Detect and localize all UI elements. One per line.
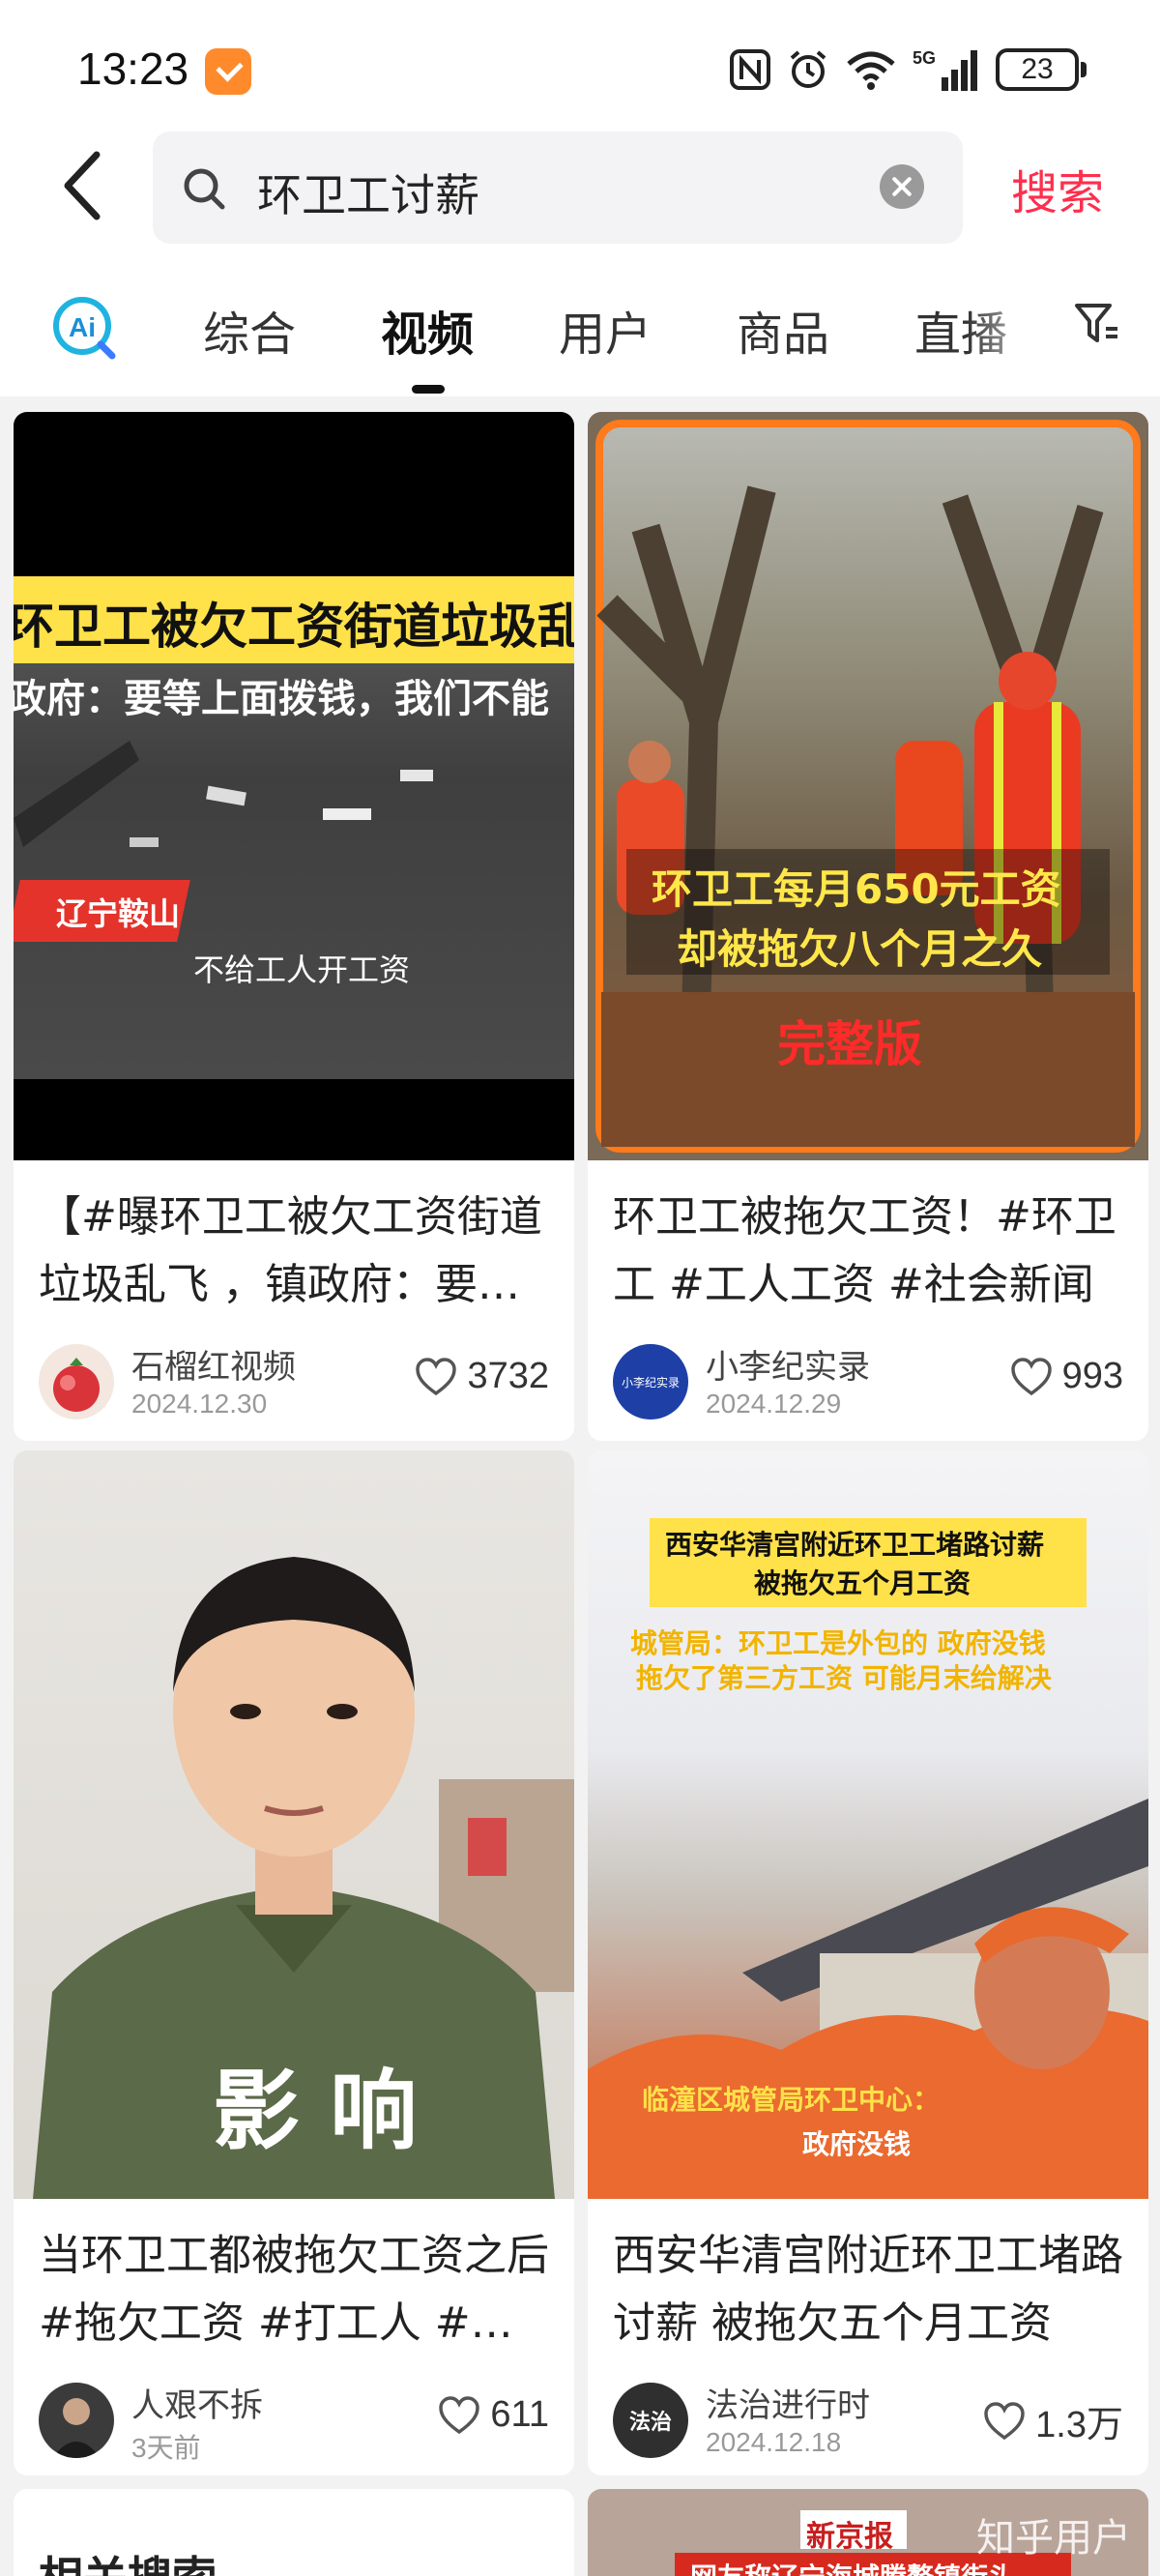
sub-line-1: 城管局：环卫工是外包的 政府没钱 xyxy=(630,1627,1046,1659)
author-name[interactable]: 小李纪实录 xyxy=(706,1340,870,1388)
video-subtitle: 不给工人开工资 xyxy=(193,951,411,988)
video-thumbnail[interactable]: 环卫工每月650元工资 却被拖欠八个月之久 完整版 xyxy=(588,412,1148,1160)
publish-date: 3天前 xyxy=(131,2433,201,2463)
author-avatar[interactable] xyxy=(39,1344,114,1420)
headline-line-2: 被拖欠五个月工资 xyxy=(754,1567,972,1599)
video-thumbnail[interactable]: 环卫工被欠工资街道垃圾乱 政府：要等上面拨钱，我们不能 辽宁鞍山 不给工人开工资 xyxy=(14,412,574,1160)
watermark-text: 知乎用户 xyxy=(976,2516,1131,2561)
pomegranate-icon xyxy=(53,1358,100,1412)
author-avatar[interactable]: 小李纪实录 xyxy=(613,1344,688,1420)
like-count-value: 993 xyxy=(1061,1356,1123,1396)
like-count[interactable]: 1.3万 xyxy=(983,2394,1123,2447)
battery-icon: 23 xyxy=(996,48,1087,91)
related-search-title: 相关搜索 xyxy=(39,2543,217,2576)
back-arrow-icon[interactable] xyxy=(52,147,120,224)
overlay-caption: 影 响 xyxy=(213,2060,418,2162)
news-line: 网友称辽宁海城腾鳌镇街头 xyxy=(690,2557,1015,2576)
video-title[interactable]: 当环卫工都被拖欠工资之后#拖欠工资 #打工人 #环卫工 xyxy=(39,2222,551,2357)
status-bar: 13:23 5G 23 xyxy=(0,0,1160,135)
nfc-icon xyxy=(730,49,770,90)
video-title[interactable]: 西安华清宫附近环卫工堵路讨薪 被拖欠五个月工资 xyxy=(613,2222,1125,2357)
search-icon xyxy=(184,168,225,210)
location-tag: 辽宁鞍山 xyxy=(56,895,181,932)
person-avatar-icon xyxy=(52,2398,101,2458)
author-avatar[interactable] xyxy=(39,2383,114,2458)
video-thumbnail[interactable]: 西安华清宫附近环卫工堵路讨薪 被拖欠五个月工资 城管局：环卫工是外包的 政府没钱… xyxy=(588,1450,1148,2199)
status-icons: 5G 23 xyxy=(729,43,1087,97)
video-title[interactable]: 【#曝环卫工被欠工资街道垃圾乱飞 ，镇政府：要等上面拨钱 xyxy=(39,1184,551,1319)
caption-line-1: 环卫工每月650元工资 xyxy=(652,865,1061,913)
avatar-logo: 法治 xyxy=(629,2410,672,2435)
active-tab-indicator xyxy=(412,385,445,394)
signal-5g-icon: 5G xyxy=(913,48,977,91)
heart-icon[interactable] xyxy=(1010,1357,1053,1396)
result-tabs: Ai 综合 视频 用户 商品 直播 xyxy=(0,261,1160,396)
network-type-label: 5G xyxy=(913,48,936,68)
headline-line-1: 西安华清宫附近环卫工堵路讨薪 xyxy=(665,1529,1045,1561)
avatar-logo-label: 法治 xyxy=(629,2410,672,2435)
debris-shapes xyxy=(14,741,433,847)
tab-fade xyxy=(967,280,1054,377)
caption-line-2: 却被拖欠八个月之久 xyxy=(677,925,1043,973)
like-count[interactable]: 611 xyxy=(438,2394,549,2436)
avatar-logo: 小李纪实录 xyxy=(622,1375,680,1390)
tab-products[interactable]: 商品 xyxy=(737,296,829,364)
search-query-text[interactable]: 环卫工讨薪 xyxy=(257,161,479,224)
video-title[interactable]: 环卫工被拖欠工资！#环卫工 #工人工资 #社会新闻 xyxy=(613,1184,1125,1319)
author-avatar[interactable]: 法治 xyxy=(613,2383,688,2458)
notification-app-icon xyxy=(205,48,251,95)
author-name[interactable]: 石榴红视频 xyxy=(131,1340,296,1388)
avatar-logo-label: 小李纪实录 xyxy=(622,1375,680,1390)
wifi-icon xyxy=(847,51,895,90)
author-name[interactable]: 人艰不拆 xyxy=(131,2379,263,2426)
video-thumbnail[interactable]: 影 响 xyxy=(14,1450,574,2199)
alarm-icon xyxy=(790,50,826,88)
filter-icon[interactable] xyxy=(1073,300,1121,348)
heart-icon[interactable] xyxy=(983,2401,1026,2441)
video-card[interactable]: 环卫工每月650元工资 却被拖欠八个月之久 完整版 环卫工被拖欠工资！#环卫工 … xyxy=(588,412,1148,1441)
like-count-value: 3732 xyxy=(467,1356,549,1396)
battery-level: 23 xyxy=(1021,53,1054,85)
tab-general[interactable]: 综合 xyxy=(203,296,296,364)
banner-line-1: 环卫工被欠工资街道垃圾乱 xyxy=(14,599,574,655)
status-time: 13:23 xyxy=(77,44,189,94)
tab-users[interactable]: 用户 xyxy=(559,296,652,364)
like-count[interactable]: 993 xyxy=(1010,1356,1123,1397)
bottom-caption-1: 临潼区城管局环卫中心： xyxy=(642,2084,941,2116)
search-header: 环卫工讨薪 搜索 xyxy=(0,116,1160,261)
video-card[interactable]: 环卫工被欠工资街道垃圾乱 政府：要等上面拨钱，我们不能 辽宁鞍山 不给工人开工资… xyxy=(14,412,574,1441)
news-tag: 新京报 xyxy=(806,2520,893,2554)
search-button[interactable]: 搜索 xyxy=(1011,155,1104,222)
related-search-card[interactable]: 相关搜索 xyxy=(14,2489,574,2576)
search-input[interactable]: 环卫工讨薪 xyxy=(153,132,963,244)
tab-video[interactable]: 视频 xyxy=(381,296,474,364)
sub-line-2: 拖欠了第三方工资 可能月末给解决 xyxy=(636,1662,1052,1694)
video-card[interactable]: 西安华清宫附近环卫工堵路讨薪 被拖欠五个月工资 城管局：环卫工是外包的 政府没钱… xyxy=(588,1450,1148,2475)
publish-date: 2024.12.30 xyxy=(131,1389,268,1419)
clear-search-icon[interactable] xyxy=(880,164,924,209)
publish-date: 2024.12.29 xyxy=(706,1389,842,1419)
like-count-value: 611 xyxy=(490,2394,549,2435)
caption-line-3: 完整版 xyxy=(777,1016,922,1072)
author-name[interactable]: 法治进行时 xyxy=(706,2379,870,2426)
ai-assistant-icon[interactable]: Ai xyxy=(50,294,118,362)
publish-date: 2024.12.18 xyxy=(706,2427,842,2457)
video-card[interactable]: 影 响 当环卫工都被拖欠工资之后#拖欠工资 #打工人 #环卫工 人艰不拆 3天前… xyxy=(14,1450,574,2475)
ai-logo-label: Ai xyxy=(69,312,96,342)
like-count[interactable]: 3732 xyxy=(415,1356,549,1397)
heart-icon[interactable] xyxy=(438,2395,480,2435)
bottom-caption-2: 政府没钱 xyxy=(802,2128,912,2160)
like-count-value: 1.3万 xyxy=(1035,2405,1123,2445)
heart-icon[interactable] xyxy=(415,1357,457,1396)
